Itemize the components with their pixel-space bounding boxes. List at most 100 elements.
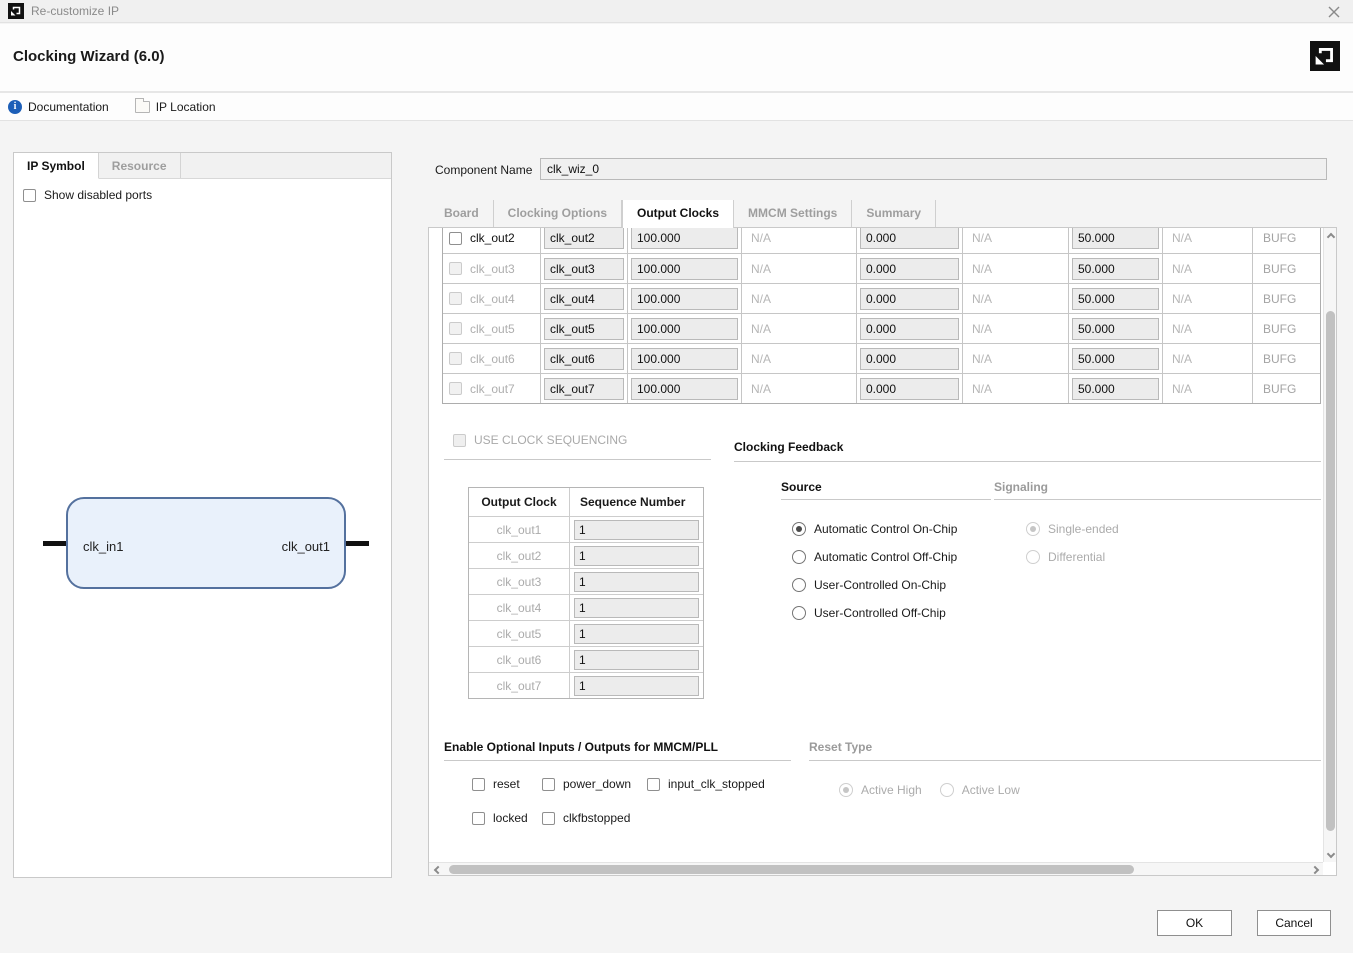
- component-name-input[interactable]: [540, 158, 1327, 180]
- checkbox-icon[interactable]: [472, 812, 485, 825]
- sequence-number-header: Sequence Number: [570, 488, 703, 516]
- clock-name-label: clk_out4: [470, 292, 515, 306]
- ip-location-link[interactable]: IP Location: [135, 100, 216, 114]
- left-tab[interactable]: IP Symbol: [14, 153, 99, 179]
- drives-value: BUFG: [1253, 254, 1320, 283]
- checkbox-icon[interactable]: [542, 812, 555, 825]
- checkbox-icon[interactable]: [647, 778, 660, 791]
- scroll-up-icon[interactable]: [1324, 230, 1337, 243]
- folder-icon: [135, 101, 150, 113]
- duty-actual-value: N/A: [1163, 374, 1253, 403]
- radio-icon[interactable]: [792, 522, 806, 536]
- radio-icon: [1026, 550, 1040, 564]
- checkbox-label: locked: [493, 811, 528, 825]
- phase-field[interactable]: 0.000: [860, 228, 959, 249]
- sequence-clock-label: clk_out3: [469, 569, 570, 594]
- clock-name-label: clk_out7: [470, 382, 515, 396]
- source-radio-option[interactable]: User-Controlled Off-Chip: [792, 606, 946, 620]
- sequence-clock-label: clk_out5: [469, 621, 570, 646]
- radio-icon: [1026, 522, 1040, 536]
- sequence-row: clk_out4 1: [469, 594, 703, 620]
- divider: [734, 461, 1321, 462]
- amd-logo-icon: [8, 3, 24, 19]
- vertical-scrollbar[interactable]: [1323, 228, 1336, 862]
- drives-value: BUFG: [1253, 314, 1320, 343]
- table-row: clk_out4 clk_out4 100.000 N/A 0.000 N/A …: [443, 283, 1320, 313]
- scroll-left-icon[interactable]: [431, 863, 444, 876]
- optional-io-checkbox-item[interactable]: input_clk_stopped: [647, 777, 765, 791]
- reset-type-radio-option: Active Low: [940, 783, 1020, 797]
- horizontal-scrollbar-thumb[interactable]: [449, 865, 1134, 874]
- show-disabled-ports-row[interactable]: Show disabled ports: [14, 179, 391, 202]
- sequence-number-field: 1: [574, 520, 699, 540]
- source-radio-option[interactable]: Automatic Control Off-Chip: [792, 550, 957, 564]
- duty-cycle-field: 50.000: [1072, 288, 1159, 310]
- use-clock-sequencing-checkbox: [453, 434, 466, 447]
- signaling-title: Signaling: [994, 480, 1048, 494]
- clocking-feedback-title: Clocking Feedback: [734, 440, 843, 454]
- cancel-button[interactable]: Cancel: [1257, 910, 1331, 936]
- radio-icon[interactable]: [792, 550, 806, 564]
- optional-io-checkbox-item[interactable]: power_down: [542, 777, 631, 791]
- main-tab[interactable]: MMCM Settings: [734, 200, 852, 227]
- source-radio-option[interactable]: Automatic Control On-Chip: [792, 522, 957, 536]
- documentation-link[interactable]: i Documentation: [8, 100, 109, 114]
- duty-actual-value: N/A: [1163, 228, 1253, 253]
- close-icon[interactable]: [1325, 3, 1343, 21]
- divider: [444, 760, 791, 761]
- divider: [994, 499, 1321, 500]
- ip-symbol-block: clk_in1 clk_out1: [66, 497, 346, 589]
- divider: [781, 499, 991, 500]
- horizontal-scrollbar[interactable]: [429, 862, 1323, 875]
- optional-io-title: Enable Optional Inputs / Outputs for MMC…: [444, 740, 718, 754]
- clock-enable-checkbox[interactable]: [449, 232, 462, 245]
- amd-logo-icon: [1310, 41, 1340, 71]
- duty-cycle-field: 50.000: [1072, 318, 1159, 340]
- freq-actual-value: N/A: [742, 374, 857, 403]
- info-icon: i: [8, 100, 22, 114]
- checkbox-icon[interactable]: [472, 778, 485, 791]
- radio-icon: [940, 783, 954, 797]
- phase-field: 0.000: [860, 258, 959, 280]
- clock-enable-checkbox: [449, 292, 462, 305]
- port-name-field[interactable]: clk_out2: [544, 228, 624, 249]
- freq-actual-value: N/A: [742, 228, 857, 253]
- clock-enable-checkbox: [449, 322, 462, 335]
- main-tab[interactable]: Output Clocks: [622, 200, 734, 228]
- scroll-down-icon[interactable]: [1324, 847, 1337, 860]
- duty-cycle-field[interactable]: 50.000: [1072, 228, 1159, 249]
- sequence-number-field: 1: [574, 650, 699, 670]
- sequence-number-field: 1: [574, 598, 699, 618]
- clock-enable-checkbox: [449, 382, 462, 395]
- scroll-right-icon[interactable]: [1308, 863, 1321, 876]
- ok-button[interactable]: OK: [1157, 910, 1232, 936]
- main-tab-strip: BoardClocking OptionsOutput ClocksMMCM S…: [430, 200, 936, 227]
- optional-io-checkbox-item[interactable]: locked: [472, 811, 528, 825]
- radio-icon[interactable]: [792, 578, 806, 592]
- main-tab[interactable]: Clocking Options: [494, 200, 622, 227]
- port-name-field: clk_out5: [544, 318, 624, 340]
- main-tab[interactable]: Board: [430, 200, 494, 227]
- phase-field: 0.000: [860, 378, 959, 400]
- checkbox-label: reset: [493, 777, 520, 791]
- vertical-scrollbar-thumb[interactable]: [1326, 311, 1335, 831]
- clock-enable-checkbox: [449, 352, 462, 365]
- ip-symbol-panel: IP SymbolResource Show disabled ports cl…: [13, 152, 392, 878]
- optional-io-checkbox-item[interactable]: clkfbstopped: [542, 811, 630, 825]
- radio-icon[interactable]: [792, 606, 806, 620]
- table-row: clk_out7 clk_out7 100.000 N/A 0.000 N/A …: [443, 373, 1320, 403]
- checkbox-icon[interactable]: [542, 778, 555, 791]
- source-radio-option[interactable]: User-Controlled On-Chip: [792, 578, 946, 592]
- radio-icon: [839, 783, 853, 797]
- title-bar: Re-customize IP: [0, 0, 1353, 23]
- duty-actual-value: N/A: [1163, 254, 1253, 283]
- checkbox-label: clkfbstopped: [563, 811, 630, 825]
- main-tab[interactable]: Summary: [852, 200, 936, 227]
- show-disabled-ports-checkbox[interactable]: [23, 189, 36, 202]
- output-freq-field[interactable]: 100.000: [631, 228, 738, 249]
- window-title: Re-customize IP: [31, 4, 119, 18]
- optional-io-checkbox-item[interactable]: reset: [472, 777, 520, 791]
- clock-name-label: clk_out3: [470, 262, 515, 276]
- left-tab[interactable]: Resource: [99, 153, 181, 178]
- sequence-number-field: 1: [574, 572, 699, 592]
